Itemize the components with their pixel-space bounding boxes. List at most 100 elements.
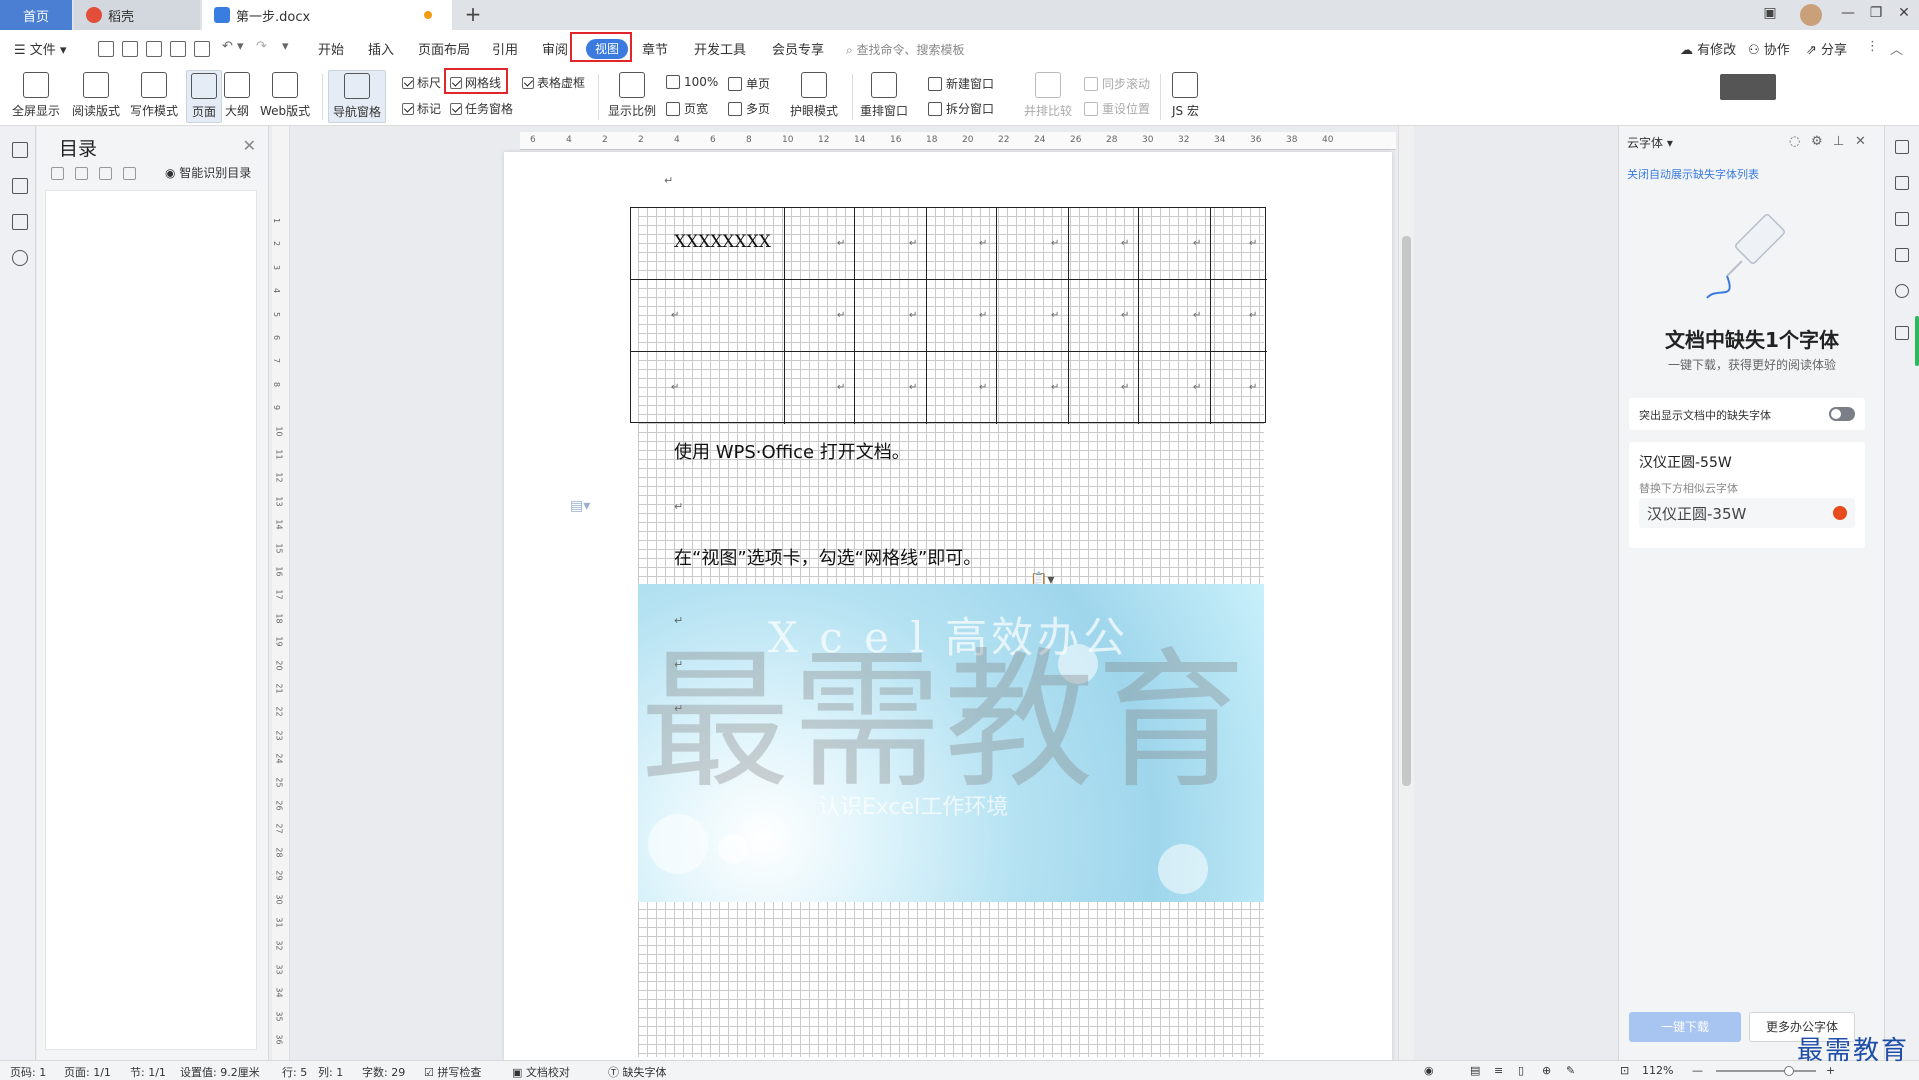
new-window-button[interactable]: 新建窗口 [928,75,994,92]
save-icon[interactable] [122,41,138,57]
share-button[interactable]: ⇗ 分享 [1806,39,1847,58]
table-cell[interactable]: ↵ [1139,208,1211,280]
status-setting[interactable]: 设置值: 9.2厘米 [180,1064,260,1080]
menu-layout[interactable]: 页面布局 [418,39,470,58]
modified-button[interactable]: ☁ 有修改 [1680,39,1736,58]
table-cell[interactable]: ↵ [1211,208,1267,280]
table-cell[interactable]: ↵ [997,280,1069,352]
zoom-slider-handle[interactable] [1784,1066,1794,1076]
vertical-scrollbar[interactable] [1398,126,1414,1060]
nav-pane-button[interactable]: 导航窗格 [328,70,387,123]
paragraph-1[interactable]: 使用 WPS·Office 打开文档。 [674,438,910,464]
toc-list[interactable] [45,190,257,1050]
fit-page-icon[interactable]: ⊡ [1620,1064,1629,1077]
new-tab-button[interactable]: + [462,4,484,26]
table-cell[interactable]: ↵ [631,352,785,424]
table-cell[interactable]: ↵ [785,208,855,280]
tab-daoke[interactable]: 稻壳 [74,0,200,30]
collapse-all-icon[interactable] [75,167,88,180]
cloud-font-title[interactable]: 云字体 ▾ [1627,134,1673,151]
new-doc-icon[interactable] [98,41,114,57]
close-auto-show-link[interactable]: 关闭自动展示缺失字体列表 [1627,166,1759,182]
keyboard-icon[interactable] [1720,74,1776,100]
paragraph-handle-icon[interactable]: ▤▾ [570,498,590,514]
status-section[interactable]: 节: 1/1 [130,1064,166,1080]
menu-references[interactable]: 引用 [492,39,518,58]
tab-home[interactable]: 首页 [0,0,72,30]
layout-icon[interactable]: ▣ [1760,5,1780,25]
status-words[interactable]: 字数: 29 [362,1064,405,1080]
task-pane-checkbox[interactable]: 任务窗格 [450,100,513,117]
add-heading-icon[interactable] [99,167,112,180]
sync-scroll-button[interactable]: 同步滚动 [1084,75,1150,92]
missing-font-button[interactable]: Ⓣ 缺失字体 [608,1064,667,1080]
smart-toc-button[interactable]: ◉ 智能识别目录 [165,164,251,181]
menu-member[interactable]: 会员专享 [772,39,824,58]
close-icon[interactable]: ✕ [243,136,256,155]
table-cell[interactable]: ↵ [1139,352,1211,424]
remove-heading-icon[interactable] [123,167,136,180]
help-icon[interactable] [1895,284,1909,298]
table-cell[interactable]: ↵ [1211,280,1267,352]
js-macro-button[interactable]: JS 宏 [1172,72,1199,119]
chapter-nav-icon[interactable] [12,178,28,194]
zoom-level[interactable]: 112% [1642,1064,1673,1077]
page-view-icon[interactable]: ▤ [1470,1064,1480,1077]
edit-icon[interactable] [1895,176,1909,190]
table-cell[interactable]: ↵ [1211,352,1267,424]
eye-mode-button[interactable]: 护眼模式 [790,72,838,119]
zoom-slider[interactable] [1716,1070,1816,1072]
print-preview-icon[interactable] [194,41,210,57]
menu-insert[interactable]: 插入 [368,39,394,58]
replacement-font-option[interactable]: 汉仪正圆-35W [1639,498,1855,528]
print-icon[interactable] [170,41,186,57]
table-border-checkbox[interactable]: 表格虚框 [522,74,585,91]
table-cell[interactable]: ↵ [631,280,785,352]
download-all-button[interactable]: 一键下载 [1629,1012,1741,1042]
minimize-icon[interactable]: — [1838,5,1858,25]
single-page-button[interactable]: 单页 [728,75,770,92]
collaborate-button[interactable]: ⚇ 协作 [1748,39,1790,58]
chat-icon[interactable]: ◌ [1789,134,1800,149]
page-width-button[interactable]: 页宽 [666,100,708,117]
zoom-100-button[interactable]: 100% [666,75,718,89]
rocket-icon[interactable] [1895,140,1909,154]
close-icon[interactable]: ✕ [1855,134,1866,149]
zoom-out-button[interactable]: — [1692,1064,1703,1077]
table-cell[interactable]: ↵ [997,208,1069,280]
close-icon[interactable]: ✕ [1894,5,1914,25]
page-view-button[interactable]: 页面 [186,70,222,123]
bookmark-icon[interactable] [12,214,28,230]
table-cell[interactable]: ↵ [1069,352,1139,424]
status-pages[interactable]: 页面: 1/1 [64,1064,111,1080]
outline-button[interactable]: 大纲 [224,72,250,119]
table-cell[interactable]: ↵ [927,280,997,352]
table-cell[interactable]: ↵ [997,352,1069,424]
proofread-button[interactable]: ▣ 文档校对 [512,1064,570,1080]
expand-all-icon[interactable] [51,167,64,180]
ruler-checkbox[interactable]: 标尺 [402,74,441,91]
restore-icon[interactable]: ❐ [1866,5,1886,25]
status-page[interactable]: 页码: 1 [10,1064,46,1080]
font-icon[interactable] [1895,326,1909,340]
highlight-missing-fonts-toggle[interactable] [1829,407,1855,421]
settings-icon[interactable]: ⚙ [1811,134,1823,149]
read-mode-button[interactable]: 阅读版式 [72,72,120,119]
more-options-icon[interactable]: ⋮ [1866,39,1879,54]
eye-protection-icon[interactable]: ◉ [1424,1064,1434,1077]
fullscreen-button[interactable]: 全屏显示 [12,72,60,119]
mark-checkbox[interactable]: 标记 [402,100,441,117]
multi-page-button[interactable]: 多页 [728,100,770,117]
outline-view-icon[interactable]: ≡ [1494,1064,1503,1077]
pointer-icon[interactable] [1895,212,1909,226]
table-cell[interactable]: ↵ [1139,280,1211,352]
redo-icon[interactable]: ↷ [256,39,267,54]
table-cell[interactable]: ↵ [785,352,855,424]
quick-access-dropdown-icon[interactable]: ▾ [282,39,289,54]
table-cell[interactable]: ↵ [1069,280,1139,352]
table-cell[interactable]: ↵ [855,280,927,352]
table-cell[interactable]: ↵ [927,208,997,280]
side-by-side-button[interactable]: 并排比较 [1024,72,1072,119]
paragraph-2[interactable]: 在“视图”选项卡，勾选“网格线”即可。 [674,544,981,570]
file-menu[interactable]: ☰ 文件 ▾ [14,39,66,58]
